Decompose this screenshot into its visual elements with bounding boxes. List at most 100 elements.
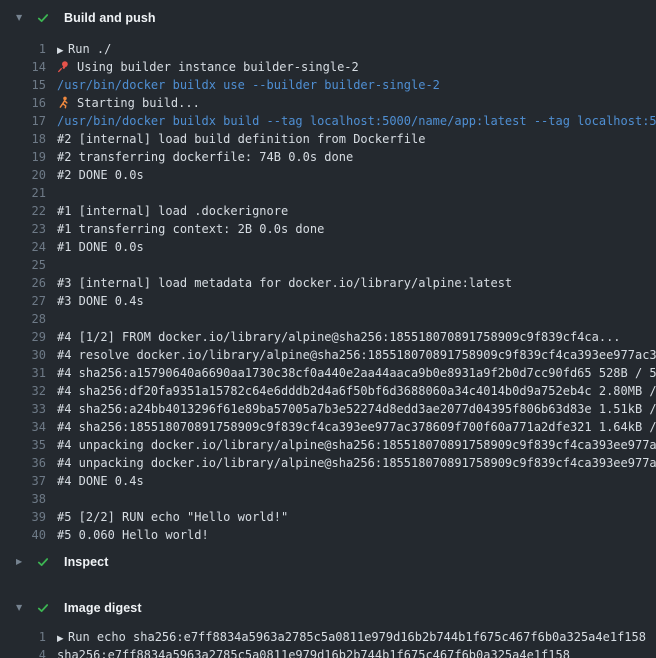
log-line: 23 #1 transferring context: 2B 0.0s done: [0, 220, 656, 238]
line-number[interactable]: 38: [0, 490, 46, 508]
line-number[interactable]: 23: [0, 220, 46, 238]
line-number[interactable]: 16: [0, 94, 46, 112]
log-line-content: #5 [2/2] RUN echo "Hello world!": [46, 508, 656, 526]
expand-run-arrow-icon[interactable]: ▶: [57, 630, 68, 646]
log-line-content: #4 unpacking docker.io/library/alpine@sh…: [46, 454, 656, 472]
line-number[interactable]: 29: [0, 328, 46, 346]
log-line-content: ▶Run ./: [46, 40, 656, 58]
log-line: 34#4 sha256:185518070891758909c9f839cf4c…: [0, 418, 656, 436]
line-number[interactable]: 17: [0, 112, 46, 130]
log-line: 33#4 sha256:a24bb4013296f61e89ba57005a7b…: [0, 400, 656, 418]
log-text: #5 0.060 Hello world!: [57, 528, 209, 542]
log-text: #1 transferring context: 2B 0.0s done: [57, 222, 324, 236]
log-line-content: #4 [1/2] FROM docker.io/library/alpine@s…: [46, 328, 656, 346]
log-line: 1 ▶Run echo sha256:e7ff8834a5963a2785c5a0…: [0, 628, 656, 646]
section-header-inspect[interactable]: ▶ Inspect: [0, 544, 656, 580]
chevron-right-icon[interactable]: ▶: [16, 558, 28, 566]
log-line: 25: [0, 256, 656, 274]
log-line: 26 #3 [internal] load metadata for docker…: [0, 274, 656, 292]
line-number[interactable]: 19: [0, 148, 46, 166]
line-number[interactable]: 39: [0, 508, 46, 526]
line-number[interactable]: 14: [0, 58, 46, 76]
log-line: 28: [0, 310, 656, 328]
line-number[interactable]: 37: [0, 472, 46, 490]
section-title: Image digest: [64, 601, 142, 615]
line-number[interactable]: 18: [0, 130, 46, 148]
log-line: 24#1 DONE 0.0s: [0, 238, 656, 256]
log-line-content: Using builder instance builder-single-2: [46, 58, 656, 76]
log-line: 40 #5 0.060 Hello world!: [0, 526, 656, 544]
log-text: #4 unpacking docker.io/library/alpine@sh…: [57, 438, 656, 452]
log-line: 16 Starting build...: [0, 94, 656, 112]
log-text: Starting build...: [77, 96, 200, 110]
log-text: Using builder instance builder-single-2: [77, 60, 359, 74]
line-number[interactable]: 35: [0, 436, 46, 454]
line-number[interactable]: 36: [0, 454, 46, 472]
log-line: 15/usr/bin/docker buildx use --builder b…: [0, 76, 656, 94]
section-header-image-digest[interactable]: ▼ Image digest: [0, 590, 656, 626]
log-line-content: #4 sha256:a24bb4013296f61e89ba57005a7b3e…: [46, 400, 656, 418]
chevron-down-icon[interactable]: ▼: [16, 604, 28, 612]
log-text: Run ./: [68, 42, 111, 56]
pushpin-emoji-icon: [57, 60, 70, 73]
log-text: #3 [internal] load metadata for docker.i…: [57, 276, 512, 290]
log-text: #4 DONE 0.4s: [57, 474, 144, 488]
log-text: #4 [1/2] FROM docker.io/library/alpine@s…: [57, 330, 621, 344]
log-line: 39 #5 [2/2] RUN echo "Hello world!": [0, 508, 656, 526]
line-number[interactable]: 30: [0, 346, 46, 364]
success-check-icon: [36, 555, 52, 569]
log-line-content: sha256:e7ff8834a5963a2785c5a0811e979d16b…: [46, 646, 656, 658]
section-header-build-and-push[interactable]: ▼ Build and push: [0, 0, 656, 36]
log-text: #5 [2/2] RUN echo "Hello world!": [57, 510, 288, 524]
section-build-and-push: ▼ Build and push 1▶Run ./14Using builder…: [0, 0, 656, 544]
log-text: #2 [internal] load build definition from…: [57, 132, 425, 146]
line-number[interactable]: 40: [0, 526, 46, 544]
line-number[interactable]: 25: [0, 256, 46, 274]
log-line: 37 #4 DONE 0.4s: [0, 472, 656, 490]
line-number[interactable]: 1: [0, 40, 46, 58]
line-number[interactable]: 33: [0, 400, 46, 418]
log-line: 30 #4 resolve docker.io/library/alpine@sh…: [0, 346, 656, 364]
line-number[interactable]: 4: [0, 646, 46, 658]
line-number[interactable]: 31: [0, 364, 46, 382]
log-line-content: #1 [internal] load .dockerignore: [46, 202, 656, 220]
log-text: /usr/bin/docker buildx use --builder bui…: [57, 78, 440, 92]
log-text: Run echo sha256:e7ff8834a5963a2785c5a081…: [68, 630, 646, 644]
log-line: 20#2 DONE 0.0s: [0, 166, 656, 184]
log-line-content: Starting build...: [46, 94, 656, 112]
log-text: #4 sha256:a15790640a6690aa1730c38cf0a440…: [57, 366, 656, 380]
line-number[interactable]: 22: [0, 202, 46, 220]
log-line: 38: [0, 490, 656, 508]
line-number[interactable]: 27: [0, 292, 46, 310]
line-number[interactable]: 26: [0, 274, 46, 292]
line-number[interactable]: 24: [0, 238, 46, 256]
log-text: #4 resolve docker.io/library/alpine@sha2…: [57, 348, 656, 362]
line-number[interactable]: 28: [0, 310, 46, 328]
line-number[interactable]: 21: [0, 184, 46, 202]
log-line: 31 #4 sha256:a15790640a6690aa1730c38cf0a4…: [0, 364, 656, 382]
line-number[interactable]: 32: [0, 382, 46, 400]
log-lines-image-digest: 1 ▶Run echo sha256:e7ff8834a5963a2785c5a0…: [0, 628, 656, 658]
log-line: 35 #4 unpacking docker.io/library/alpine@…: [0, 436, 656, 454]
log-line-content: #2 DONE 0.0s: [46, 166, 656, 184]
expand-run-arrow-icon[interactable]: ▶: [57, 42, 68, 58]
log-line-content: #3 [internal] load metadata for docker.i…: [46, 274, 656, 292]
chevron-down-icon[interactable]: ▼: [16, 14, 28, 22]
log-line-content: #2 transferring dockerfile: 74B 0.0s don…: [46, 148, 656, 166]
section-title: Inspect: [64, 555, 108, 569]
log-line-content: #4 sha256:185518070891758909c9f839cf4ca3…: [46, 418, 656, 436]
log-line: 36#4 unpacking docker.io/library/alpine@…: [0, 454, 656, 472]
log-line-content: #4 DONE 0.4s: [46, 472, 656, 490]
line-number[interactable]: 15: [0, 76, 46, 94]
log-text: #1 [internal] load .dockerignore: [57, 204, 288, 218]
line-number[interactable]: 1: [0, 628, 46, 646]
log-text: #3 DONE 0.4s: [57, 294, 144, 308]
line-number[interactable]: 34: [0, 418, 46, 436]
log-text: #4 sha256:df20fa9351a15782c64e6dddb2d4a6…: [57, 384, 656, 398]
line-number[interactable]: 20: [0, 166, 46, 184]
success-check-icon: [36, 601, 52, 615]
log-text: sha256:e7ff8834a5963a2785c5a0811e979d16b…: [57, 648, 570, 658]
log-line-content: #5 0.060 Hello world!: [46, 526, 656, 544]
log-line-content: [46, 310, 656, 328]
log-line: 29 #4 [1/2] FROM docker.io/library/alpine…: [0, 328, 656, 346]
